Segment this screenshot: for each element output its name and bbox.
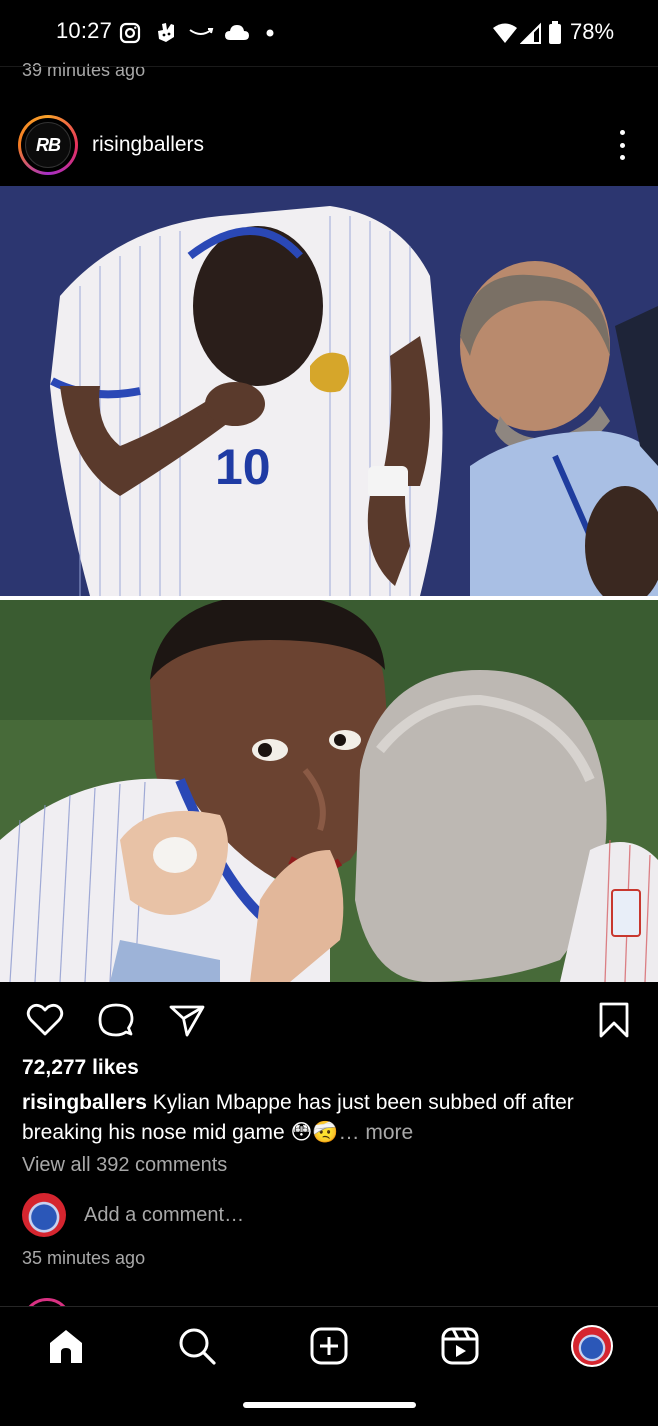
share-icon[interactable] [167, 1000, 207, 1040]
caption-emoji: 😳🤕 [290, 1121, 339, 1144]
bookmark-icon[interactable] [594, 1000, 634, 1040]
caption-more-link[interactable]: … more [339, 1121, 414, 1144]
post-photo-2[interactable] [0, 600, 658, 982]
previous-post-timestamp: 39 minutes ago [22, 60, 146, 80]
more-options-icon[interactable] [608, 130, 636, 160]
post-photo-1[interactable]: 10 [0, 186, 658, 596]
search-icon[interactable] [175, 1324, 219, 1368]
deliveroo-icon [154, 20, 178, 46]
profile-avatar[interactable] [571, 1325, 613, 1367]
post-timestamp: 35 minutes ago [22, 1248, 146, 1268]
home-indicator[interactable] [243, 1402, 416, 1408]
wifi-icon [492, 20, 518, 46]
post-username[interactable]: risingballers [92, 133, 204, 157]
dot-icon [266, 20, 274, 46]
post-caption[interactable]: risingballers Kylian Mbappe has just bee… [22, 1088, 622, 1148]
add-comment-input[interactable]: Add a comment… [84, 1204, 244, 1227]
reels-icon[interactable] [438, 1324, 482, 1368]
amazon-icon [188, 20, 214, 46]
comment-icon[interactable] [96, 1000, 136, 1040]
jersey-number: 10 [215, 439, 271, 495]
instagram-icon [118, 20, 142, 46]
create-icon[interactable] [307, 1324, 351, 1368]
caption-username[interactable]: risingballers [22, 1091, 147, 1114]
heart-icon[interactable] [25, 1000, 65, 1040]
battery-percent: 78% [570, 19, 615, 44]
signal-icon [520, 20, 542, 46]
view-all-comments-link[interactable]: View all 392 comments [22, 1154, 227, 1177]
home-icon[interactable] [44, 1324, 88, 1368]
status-divider [0, 66, 658, 67]
my-avatar [22, 1193, 66, 1237]
cloud-icon [224, 20, 250, 46]
likes-count[interactable]: 72,277 likes [22, 1056, 139, 1080]
post-avatar[interactable]: RB [25, 122, 71, 168]
status-time: 10:27 [56, 18, 113, 43]
battery-icon [548, 20, 562, 46]
